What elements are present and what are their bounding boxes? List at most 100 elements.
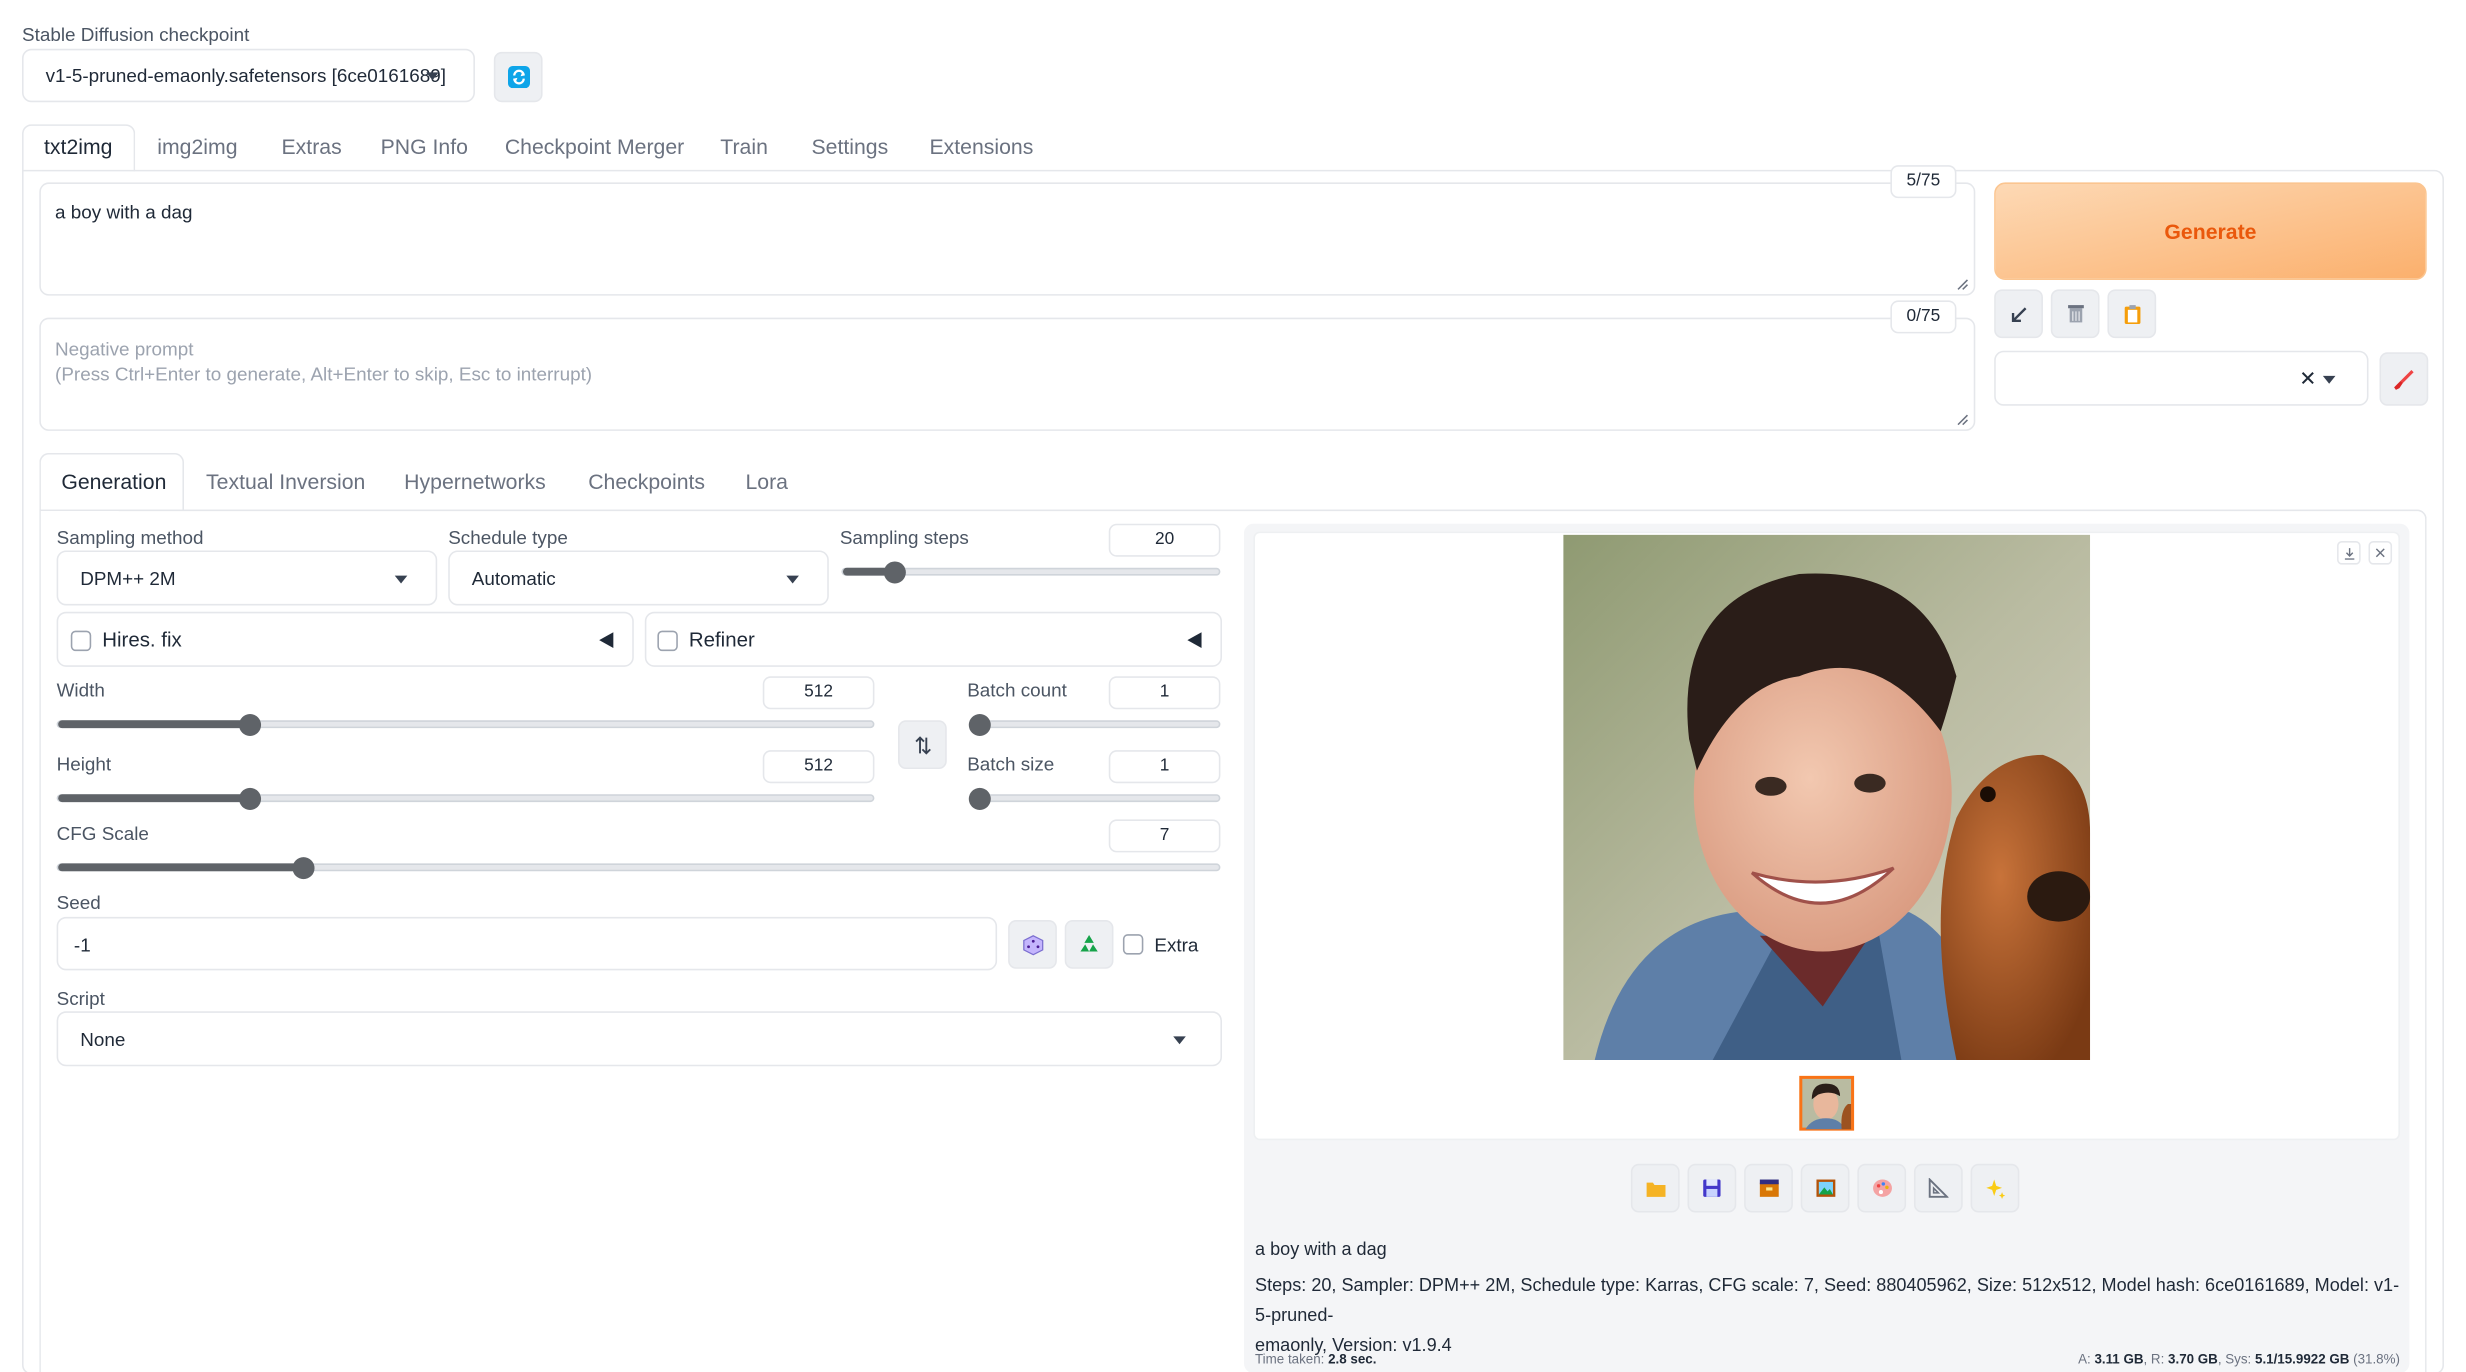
sampling-steps-label: Sampling steps [839,526,969,549]
download-button[interactable] [2337,541,2361,565]
zip-button[interactable] [1744,1163,1793,1213]
width-input[interactable]: 512 [762,676,875,710]
refiner-accordion[interactable]: Refiner [644,611,1222,667]
mem-percent: (31.8%) [2353,1350,2400,1367]
script-label: Script [56,987,105,1010]
apply-style-button[interactable] [2107,289,2157,339]
refresh-checkpoint-button[interactable] [493,51,543,103]
batch-count-input[interactable]: 1 [1108,676,1221,710]
tab-img2img[interactable]: img2img [157,135,237,159]
height-input[interactable]: 512 [762,750,875,784]
script-value: None [80,1027,126,1050]
slider-thumb[interactable] [968,787,991,810]
generate-button[interactable]: Generate [1994,182,2427,280]
negative-prompt-placeholder-line2: (Press Ctrl+Enter to generate, Alt+Enter… [55,363,593,386]
download-icon [2344,547,2354,560]
slider-thumb[interactable] [968,714,991,737]
negative-prompt-placeholder-line1: Negative prompt [55,338,194,361]
height-label: Height [56,753,112,776]
collapse-arrow-icon[interactable] [1187,632,1202,648]
read-params-button[interactable] [1994,289,2043,339]
generated-image[interactable] [1563,534,2091,1060]
cfg-scale-slider[interactable] [56,857,1221,880]
tab-generation[interactable]: Generation [61,470,166,494]
edit-styles-button[interactable] [2379,352,2429,406]
tab-lora[interactable]: Lora [745,470,788,494]
tab-png-info[interactable]: PNG Info [381,135,468,159]
time-taken: Time taken: 2.8 sec. [1255,1351,1376,1367]
schedule-type-dropdown[interactable]: Automatic [448,550,829,606]
mem-r-value: 3.70 GB [2168,1350,2218,1367]
clear-prompt-button[interactable] [2050,289,2100,339]
prompt-textarea[interactable]: a boy with a dag [39,182,1976,296]
extra-seed-checkbox[interactable] [1122,934,1144,955]
checkpoint-value: v1-5-pruned-emaonly.safetensors [6ce0161… [45,64,447,87]
archive-box-icon [1759,1179,1778,1197]
tab-extensions[interactable]: Extensions [929,135,1033,159]
clear-styles-icon[interactable]: ✕ [2299,366,2316,391]
sampling-steps-input[interactable]: 20 [1108,523,1221,557]
random-seed-button[interactable] [1008,920,1057,969]
gallery-thumbnail[interactable] [1799,1075,1855,1131]
collapse-arrow-icon[interactable] [599,632,614,648]
slider-thumb[interactable] [238,714,261,737]
batch-size-slider[interactable] [968,787,1221,810]
width-label: Width [56,679,105,702]
send-to-extras-button[interactable] [1913,1163,1963,1213]
negative-prompt-textarea[interactable]: Negative prompt (Press Ctrl+Enter to gen… [39,317,1976,431]
tab-textual-inversion[interactable]: Textual Inversion [206,470,365,494]
sampling-method-dropdown[interactable]: DPM++ 2M [56,550,438,606]
script-dropdown[interactable]: None [56,1011,1222,1067]
refiner-checkbox[interactable] [657,630,678,652]
upscale-button[interactable] [1970,1163,2020,1213]
slider-thumb[interactable] [238,787,261,810]
resize-handle-icon[interactable] [1956,278,1969,291]
checkpoint-dropdown[interactable]: v1-5-pruned-emaonly.safetensors [6ce0161… [22,48,475,103]
height-slider[interactable] [56,787,875,810]
output-prompt-text: a boy with a dag [1255,1240,1387,1260]
cfg-scale-input[interactable]: 7 [1108,819,1221,853]
tab-extras[interactable]: Extras [282,135,342,159]
hires-fix-accordion[interactable]: Hires. fix [56,611,634,667]
tab-hypernetworks[interactable]: Hypernetworks [404,470,546,494]
trash-icon [2067,305,2084,323]
styles-dropdown[interactable]: ✕ [1994,350,2369,406]
mem-sys-value: 5.1/15.9922 GB [2255,1350,2350,1367]
floppy-disk-icon [1703,1179,1721,1197]
batch-size-input[interactable]: 1 [1108,750,1221,784]
tab-checkpoint-merger[interactable]: Checkpoint Merger [505,135,684,159]
cfg-scale-label: CFG Scale [56,822,149,845]
seed-input[interactable]: -1 [56,916,998,971]
paintbrush-icon [2394,369,2414,390]
refiner-label: Refiner [688,627,755,652]
mem-a-label: A: [2078,1350,2091,1367]
palette-icon [1872,1179,1892,1197]
resize-handle-icon[interactable] [1956,414,1969,427]
sparkles-icon [1985,1178,2005,1199]
chevron-down-icon [2322,375,2336,383]
batch-count-slider[interactable] [968,714,1221,737]
send-to-img2img-button[interactable] [1800,1163,1850,1213]
close-gallery-button[interactable] [2368,541,2393,565]
tab-settings[interactable]: Settings [812,135,889,159]
save-button[interactable] [1687,1163,1737,1213]
tab-train[interactable]: Train [720,135,768,159]
tab-checkpoints[interactable]: Checkpoints [588,470,705,494]
reuse-seed-button[interactable] [1064,920,1114,969]
hires-fix-checkbox[interactable] [70,630,92,652]
chevron-down-icon [1173,1035,1186,1044]
recycle-icon [1080,934,1098,952]
width-slider[interactable] [56,714,875,737]
send-to-inpaint-button[interactable] [1857,1163,1907,1213]
sampling-steps-slider[interactable] [841,561,1221,584]
batch-count-label: Batch count [967,679,1067,702]
tab-txt2img[interactable]: txt2img [44,135,112,159]
dice-icon [1022,934,1043,955]
seed-value: -1 [73,934,91,957]
time-taken-value: 2.8 sec. [1328,1350,1377,1367]
framed-picture-icon [1815,1179,1835,1197]
swap-dimensions-button[interactable] [898,720,947,770]
seed-label: Seed [56,891,101,914]
folder-icon [1645,1181,1665,1197]
open-folder-button[interactable] [1630,1163,1680,1213]
